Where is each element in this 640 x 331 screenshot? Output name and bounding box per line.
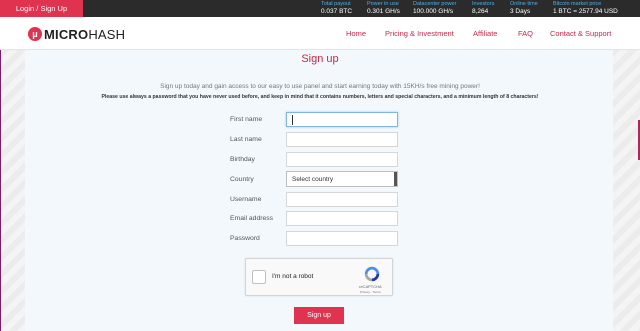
nav-contact-support[interactable]: Contact & Support	[550, 29, 611, 38]
username-label: Username	[230, 196, 262, 203]
recaptcha-terms-link[interactable]: Privacy - Terms	[360, 290, 381, 294]
stat-value: 100.000 GH/s	[413, 8, 454, 15]
last-name-field[interactable]	[286, 132, 398, 147]
top-bar: Login / Sign Up Total payout 0.037 BTC P…	[0, 0, 640, 17]
logo-bold: MICRO	[44, 26, 89, 42]
signup-button[interactable]: Sign up	[294, 307, 344, 324]
username-field[interactable]	[286, 192, 398, 207]
stat-label: Power in use	[367, 1, 399, 7]
logo-mark-icon: μ	[28, 27, 42, 41]
login-signup-button[interactable]: Login / Sign Up	[0, 0, 83, 17]
stat-label: Online time	[510, 1, 538, 7]
stat-value: 3 Days	[510, 8, 531, 15]
stat-label: Investors	[472, 1, 495, 7]
stat-value: 0.301 GH/s	[367, 8, 400, 15]
recaptcha-logo-icon	[364, 266, 380, 282]
first-name-label: First name	[230, 116, 263, 123]
stat-total-payout: Total payout 0.037 BTC	[321, 1, 352, 16]
recaptcha-label: I'm not a robot	[272, 273, 314, 280]
birthday-field[interactable]	[286, 152, 398, 167]
stat-value: 0.037 BTC	[321, 8, 353, 15]
logo-thin: HASH	[88, 26, 126, 42]
stat-investors: Investors 8,264	[472, 1, 494, 16]
page-title: Sign up	[301, 53, 339, 65]
site-header: μ MICROHASH Home Pricing & Investment Af…	[0, 17, 640, 50]
logo-text: MICROHASH	[44, 27, 125, 42]
site-logo[interactable]: μ MICROHASH	[28, 25, 125, 43]
password-note: Please use always a password that you ha…	[101, 94, 539, 100]
recaptcha-checkbox[interactable]	[252, 270, 266, 284]
password-label: Password	[230, 235, 260, 242]
stat-label: Datacenter power	[413, 1, 457, 7]
select-scroll-icon	[394, 172, 397, 186]
recaptcha-brand: reCAPTCHA	[359, 284, 382, 289]
email-label: Email address	[230, 215, 274, 222]
text-caret	[292, 115, 293, 125]
stat-value: 8,264	[472, 8, 489, 15]
nav-affiliate[interactable]: Affiliate	[473, 29, 497, 38]
nav-home[interactable]: Home	[346, 29, 366, 38]
country-select[interactable]: Select country	[286, 171, 398, 187]
stat-power-in-use: Power in use 0.301 GH/s	[367, 1, 400, 16]
stat-label: Bitcoin market price	[553, 1, 602, 7]
stat-value: 1 BTC = 2577.94 USD	[553, 8, 618, 15]
nav-faq[interactable]: FAQ	[518, 29, 533, 38]
stat-datacenter-power: Datacenter power 100.000 GH/s	[413, 1, 456, 16]
signup-intro-text: Sign up today and gain access to our eas…	[160, 83, 480, 90]
country-select-value: Select country	[292, 175, 334, 183]
first-name-field[interactable]	[286, 112, 398, 127]
country-label: Country	[230, 176, 254, 183]
stat-bitcoin-price: Bitcoin market price 1 BTC = 2577.94 USD	[553, 1, 618, 16]
stat-label: Total payout	[321, 1, 351, 7]
last-name-label: Last name	[230, 136, 262, 143]
stat-online-time: Online time 3 Days	[510, 1, 538, 16]
recaptcha-widget: I'm not a robot reCAPTCHA Privacy - Term…	[245, 258, 393, 296]
password-field[interactable]	[286, 231, 398, 246]
nav-pricing-investment[interactable]: Pricing & Investment	[385, 29, 454, 38]
birthday-label: Birthday	[230, 156, 255, 163]
email-field[interactable]	[286, 211, 398, 226]
